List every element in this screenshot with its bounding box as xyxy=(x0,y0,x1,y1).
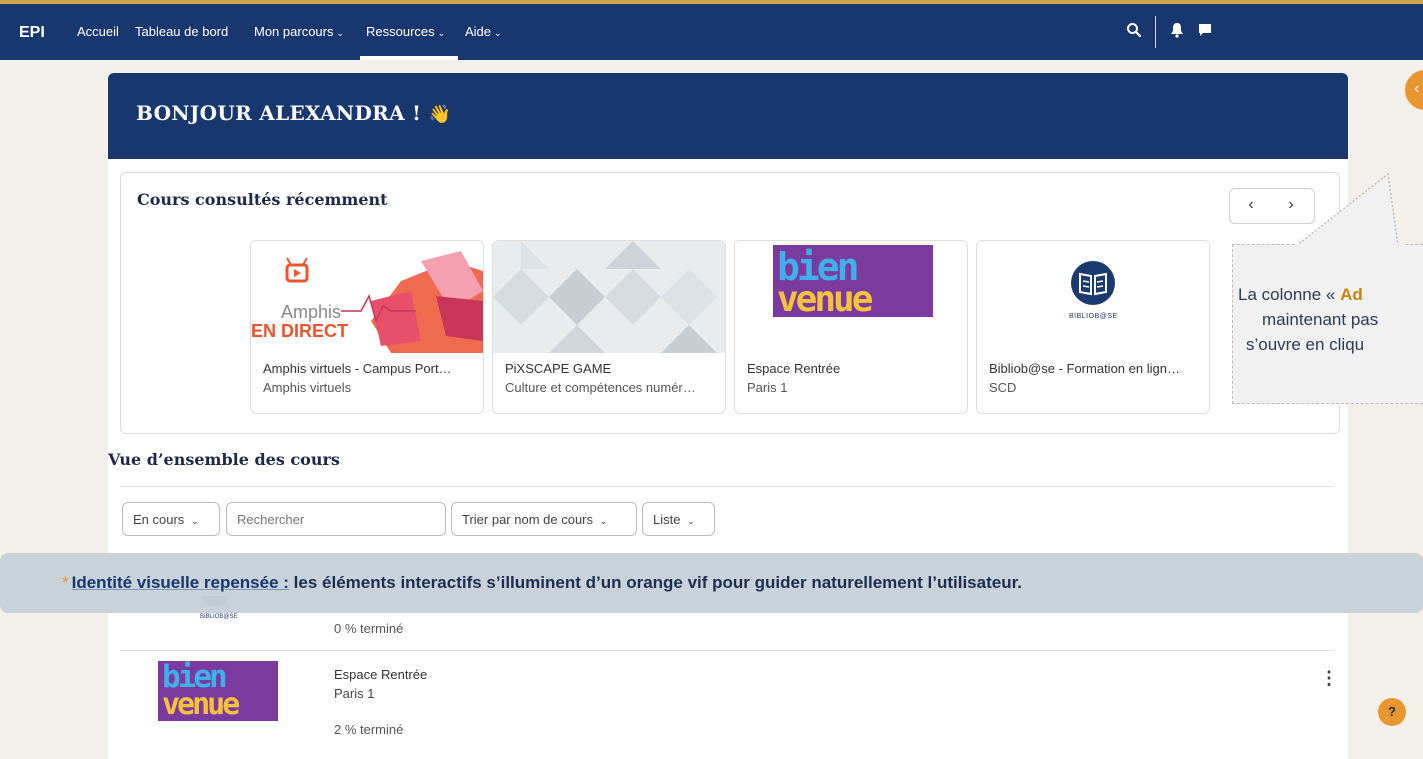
course-card-image: Amphis EN DIRECT xyxy=(251,241,483,353)
wave-icon: 👋 xyxy=(428,104,452,125)
nav-aide-label: Aide xyxy=(465,24,492,39)
divider xyxy=(120,650,1334,651)
course-card-category: Paris 1 xyxy=(747,380,788,395)
callout-bold: Ad xyxy=(1340,285,1363,304)
en-direct-text: EN DIRECT xyxy=(251,321,349,341)
course-list-image[interactable]: bien venue xyxy=(158,659,278,722)
bienvenue-logo: bien venue xyxy=(773,245,933,320)
course-card[interactable]: PiXSCAPE GAME Culture et compétences num… xyxy=(492,240,726,414)
asterisk-icon: * xyxy=(62,573,69,592)
nav-tableau-de-bord[interactable]: Tableau de bord xyxy=(135,24,228,39)
right-drawer-toggle[interactable]: ‹ xyxy=(1405,70,1423,110)
recent-courses-title: Cours consultés récemment xyxy=(137,190,388,209)
divider xyxy=(120,486,1334,487)
callout-line-1: La colonne « xyxy=(1238,285,1341,304)
recent-courses-block: Cours consultés récemment ‹ › Amphis EN … xyxy=(120,172,1340,434)
chevron-down-icon: ⌄ xyxy=(336,28,345,38)
chevron-down-icon: ⌄ xyxy=(494,28,502,38)
annotation-banner: * Identité visuelle repensée : les élémen… xyxy=(0,553,1423,613)
bibliobase-text: BIBLIOB@SE xyxy=(200,614,238,620)
book-icon xyxy=(1071,261,1115,305)
chevron-left-icon: ‹ xyxy=(1414,80,1420,97)
course-card-category: Culture et compétences numér… xyxy=(505,380,696,395)
prev-button[interactable]: ‹ xyxy=(1236,196,1266,214)
chevron-down-icon: ⌄ xyxy=(599,516,608,526)
course-category: Paris 1 xyxy=(334,686,375,701)
chevron-down-icon: ⌄ xyxy=(687,516,695,526)
callout-line-2: maintenant pas xyxy=(1262,310,1379,329)
filter-label: En cours xyxy=(133,512,185,527)
bell-icon[interactable] xyxy=(1170,22,1184,43)
course-card-category: Amphis virtuels xyxy=(263,380,352,395)
course-progress: 2 % terminé xyxy=(334,722,404,737)
more-options-icon[interactable]: ⋮ xyxy=(1320,668,1338,689)
bienvenue-text-2: venue xyxy=(162,687,240,722)
nav-accueil-label: Accueil xyxy=(77,24,119,39)
callout-text: La colonne « Ad maintenant pas s’ouvre e… xyxy=(1238,282,1378,357)
banner-text: * Identité visuelle repensée : les élémen… xyxy=(62,573,1022,593)
course-card[interactable]: BIBLIOB@SE Bibliob@se - Formation en lig… xyxy=(976,240,1210,414)
top-navbar: EPI Accueil Tableau de bord Mon parcours… xyxy=(0,4,1423,60)
course-progress: 0 % terminé xyxy=(334,621,404,636)
course-card-category: SCD xyxy=(989,380,1017,395)
course-card-name[interactable]: Bibliob@se - Formation en lign… xyxy=(989,361,1199,376)
nav-ressources[interactable]: Ressources ⌄ xyxy=(366,24,445,39)
course-card-name[interactable]: PiXSCAPE GAME xyxy=(505,361,715,376)
filter-dropdown[interactable]: En cours ⌄ xyxy=(122,502,220,536)
course-card-name[interactable]: Amphis virtuels - Campus Port… xyxy=(263,361,473,376)
greeting-title: BONJOUR ALEXANDRA ! 👋 xyxy=(136,101,451,125)
course-card-image: BIBLIOB@SE xyxy=(977,241,1209,353)
site-brand[interactable]: EPI xyxy=(19,24,45,42)
course-overview-title: Vue d’ensemble des cours xyxy=(108,450,340,469)
course-card-image: bien venue xyxy=(735,241,967,353)
nav-ressources-label: Ressources xyxy=(366,24,435,39)
nav-mon-parcours[interactable]: Mon parcours ⌄ xyxy=(254,24,344,39)
nav-active-indicator xyxy=(360,56,458,60)
callout-line-3: s’ouvre en cliqu xyxy=(1246,335,1365,354)
chevron-down-icon: ⌄ xyxy=(190,516,199,526)
course-card-image xyxy=(493,241,725,353)
course-name[interactable]: Espace Rentrée xyxy=(334,667,427,682)
view-label: Liste xyxy=(653,512,681,527)
nav-aide[interactable]: Aide ⌄ xyxy=(465,24,502,39)
nav-accueil[interactable]: Accueil xyxy=(77,24,119,39)
banner-emphasis: Identité visuelle repensée : xyxy=(71,573,289,592)
chevron-down-icon: ⌄ xyxy=(437,28,446,38)
course-card-name[interactable]: Espace Rentrée xyxy=(747,361,957,376)
search-icon[interactable] xyxy=(1126,22,1142,43)
bibliobase-text: BIBLIOB@SE xyxy=(1069,313,1118,320)
amphis-text: Amphis xyxy=(281,302,342,322)
callout-pointer xyxy=(1296,172,1406,250)
banner-body: les éléments interactifs s’illuminent d’… xyxy=(288,573,1022,592)
greeting-text: BONJOUR ALEXANDRA ! xyxy=(136,101,422,125)
greeting-header: BONJOUR ALEXANDRA ! 👋 xyxy=(108,73,1348,159)
chat-icon[interactable] xyxy=(1198,22,1212,43)
bienvenue-text-2: venue xyxy=(777,279,873,320)
course-card[interactable]: Amphis EN DIRECT Amphis virtuels - Campu… xyxy=(250,240,484,414)
sort-dropdown[interactable]: Trier par nom de cours ⌄ xyxy=(451,502,637,536)
nav-tableau-label: Tableau de bord xyxy=(135,24,229,39)
sort-label: Trier par nom de cours xyxy=(462,512,594,527)
pixscape-pattern xyxy=(493,241,717,353)
nav-mon-parcours-label: Mon parcours xyxy=(254,24,334,39)
view-dropdown[interactable]: Liste ⌄ xyxy=(642,502,715,536)
nav-separator xyxy=(1155,16,1156,48)
help-button[interactable]: ? xyxy=(1378,698,1406,726)
course-card[interactable]: bien venue Espace Rentrée Paris 1 xyxy=(734,240,968,414)
search-input[interactable] xyxy=(226,502,446,536)
